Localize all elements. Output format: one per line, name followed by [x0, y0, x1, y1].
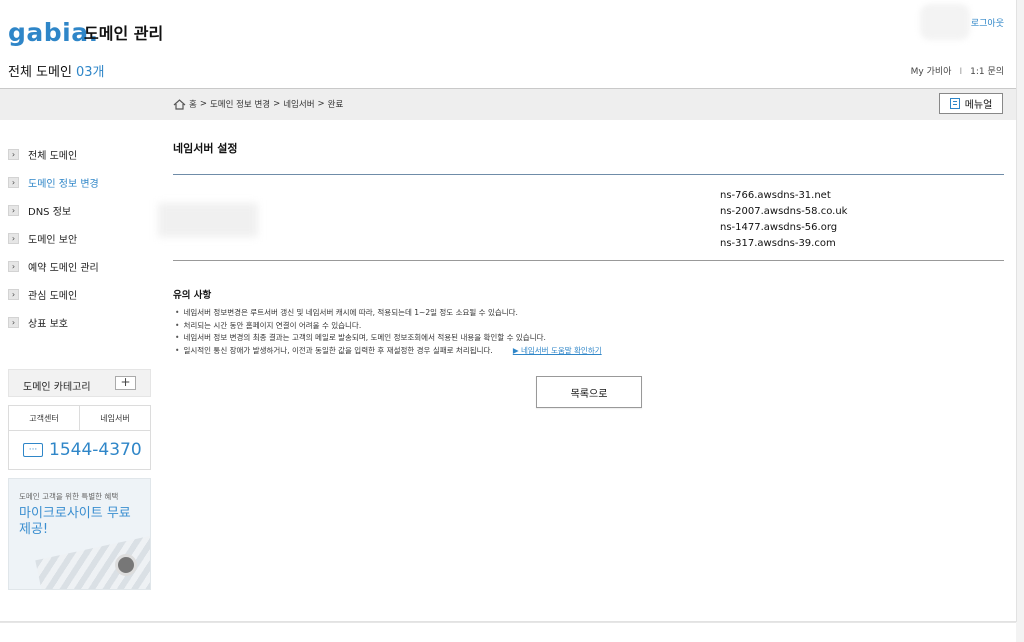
sidebar-item-label: 상표 보호	[28, 318, 68, 330]
add-category-button[interactable]: +	[115, 376, 136, 390]
logout-link[interactable]: 로그아웃	[971, 16, 1004, 29]
breadcrumb: 홈 > 도메인 정보 변경 > 네임서버 > 완료	[173, 98, 343, 110]
notice-item: 네임서버 정보변경은 루트서버 갱신 및 네임서버 캐시에 따라, 적용되는데 …	[175, 307, 602, 320]
section-divider	[173, 174, 1004, 175]
breadcrumb-complete: 완료	[327, 100, 344, 110]
phone-row: ··· 1544-4370	[9, 431, 150, 460]
chat-bubble-icon: ···	[23, 443, 43, 457]
chevron-right-icon: ›	[8, 288, 19, 300]
breadcrumb-nameserver[interactable]: 네임서버	[283, 98, 314, 110]
contact-tabs: 고객센터 네임서버	[9, 406, 150, 431]
nameserver-entry: ns-766.awsdns-31.net	[720, 190, 831, 201]
sidebar-item-all-domains[interactable]: › 전체 도메인	[8, 140, 158, 168]
domain-count-label: 전체 도메인	[8, 65, 72, 80]
breadcrumb-domain-info[interactable]: 도메인 정보 변경	[210, 98, 270, 110]
notice-item: 처리되는 시간 동안 홈페이지 연결이 어려울 수 있습니다.	[175, 320, 602, 333]
chevron-right-icon: ›	[8, 204, 19, 216]
nameserver-help-link[interactable]: ▶ 네임서버 도움말 확인하기	[513, 346, 602, 355]
sidebar-item-reserved-domains[interactable]: › 예약 도메인 관리	[8, 252, 158, 280]
manual-button-label: 메뉴얼	[964, 100, 993, 111]
notice-text: 일시적인 통신 장애가 발생하거나, 이전과 동일한 값을 입력한 후 재설정한…	[183, 345, 493, 355]
chevron-right-icon: ›	[8, 176, 19, 188]
top-links: My 가비아 I 1:1 문의	[911, 64, 1004, 77]
sidebar-item-label: 예약 도메인 관리	[28, 262, 99, 274]
notice-list: 네임서버 정보변경은 루트서버 갱신 및 네임서버 캐시에 따라, 적용되는데 …	[175, 307, 602, 358]
footer-strip	[0, 622, 1016, 642]
notice-item: 네임서버 정보 변경의 최종 결과는 고객의 메일로 발송되며, 도메인 정보조…	[175, 332, 602, 345]
domain-count-value[interactable]: 03개	[76, 65, 105, 80]
tab-nameserver[interactable]: 네임서버	[79, 406, 150, 430]
section-title: 네임서버 설정	[173, 142, 238, 155]
breadcrumb-separator: >	[317, 99, 325, 109]
inquiry-link[interactable]: 1:1 문의	[970, 67, 1004, 77]
sidebar-item-dns-info[interactable]: › DNS 정보	[8, 196, 158, 224]
nameserver-entry: ns-317.awsdns-39.com	[720, 238, 836, 249]
section-divider	[173, 260, 1004, 261]
sidebar-item-trademark[interactable]: › 상표 보호	[8, 308, 158, 336]
redacted-domain	[158, 203, 258, 237]
disc-icon	[115, 554, 137, 576]
breadcrumb-separator: >	[273, 99, 281, 109]
chevron-right-icon: ›	[8, 148, 19, 160]
domain-count: 전체 도메인 03개	[8, 61, 104, 80]
notice-text: 네임서버 정보 변경의 최종 결과는 고객의 메일로 발송되며, 도메인 정보조…	[183, 333, 546, 342]
sidebar-item-domain-info-change[interactable]: › 도메인 정보 변경	[8, 168, 158, 196]
domain-category-label: 도메인 카테고리	[23, 382, 91, 393]
back-to-list-button[interactable]: 목록으로	[536, 376, 642, 408]
nameserver-entry: ns-1477.awsdns-56.org	[720, 222, 838, 233]
chevron-right-icon: ›	[8, 232, 19, 244]
home-icon[interactable]	[173, 98, 186, 110]
sidebar-item-label: 도메인 보안	[28, 234, 78, 246]
domain-category-box: 도메인 카테고리 +	[8, 369, 151, 397]
link-separator: I	[959, 67, 963, 77]
breadcrumb-bar: 홈 > 도메인 정보 변경 > 네임서버 > 완료 메뉴얼	[0, 88, 1016, 120]
sidebar-item-watched-domains[interactable]: › 관심 도메인	[8, 280, 158, 308]
promo-subtitle: 도메인 고객을 위한 특별한 혜택	[19, 492, 119, 501]
sidebar-item-label: 전체 도메인	[28, 150, 78, 162]
chevron-right-icon: ›	[8, 316, 19, 328]
nameserver-entry: ns-2007.awsdns-58.co.uk	[720, 206, 848, 217]
phone-number: 1544-4370	[49, 440, 142, 460]
notice-text: 네임서버 정보변경은 루트서버 갱신 및 네임서버 캐시에 따라, 적용되는데 …	[183, 308, 518, 317]
chevron-right-icon: ›	[8, 260, 19, 272]
notice-title: 유의 사항	[173, 290, 212, 301]
sidebar-item-label: 도메인 정보 변경	[28, 178, 99, 190]
sidebar-item-domain-security[interactable]: › 도메인 보안	[8, 224, 158, 252]
sidebar-nav: › 전체 도메인 › 도메인 정보 변경 › DNS 정보 › 도메인 보안 › 예약 도…	[8, 140, 158, 336]
promo-title: 마이크로사이트 무료 제공!	[19, 506, 131, 537]
page: gabia. 도메인 관리 로그아웃 전체 도메인 03개 My 가비아 I 1:1 …	[0, 0, 1017, 622]
redacted-user-area	[920, 4, 970, 40]
sidebar-item-label: 관심 도메인	[28, 290, 78, 302]
manual-button[interactable]: 메뉴얼	[939, 93, 1003, 114]
nameserver-list: ns-766.awsdns-31.net ns-2007.awsdns-58.c…	[720, 188, 1000, 252]
tab-customer-center[interactable]: 고객센터	[9, 406, 79, 430]
notice-text: 처리되는 시간 동안 홈페이지 연결이 어려울 수 있습니다.	[183, 320, 362, 330]
breadcrumb-separator: >	[199, 99, 207, 109]
app-title: 도메인 관리	[84, 24, 164, 43]
microsite-promo-banner[interactable]: 도메인 고객을 위한 특별한 혜택 마이크로사이트 무료 제공!	[8, 478, 151, 590]
my-gabia-link[interactable]: My 가비아	[911, 67, 952, 77]
notice-item: 일시적인 통신 장애가 발생하거나, 이전과 동일한 값을 입력한 후 재설정한…	[175, 345, 602, 358]
breadcrumb-home[interactable]: 홈	[189, 98, 197, 110]
sidebar-item-label: DNS 정보	[28, 206, 72, 218]
contact-box: 고객센터 네임서버 ··· 1544-4370	[8, 405, 151, 470]
document-icon	[949, 98, 960, 109]
